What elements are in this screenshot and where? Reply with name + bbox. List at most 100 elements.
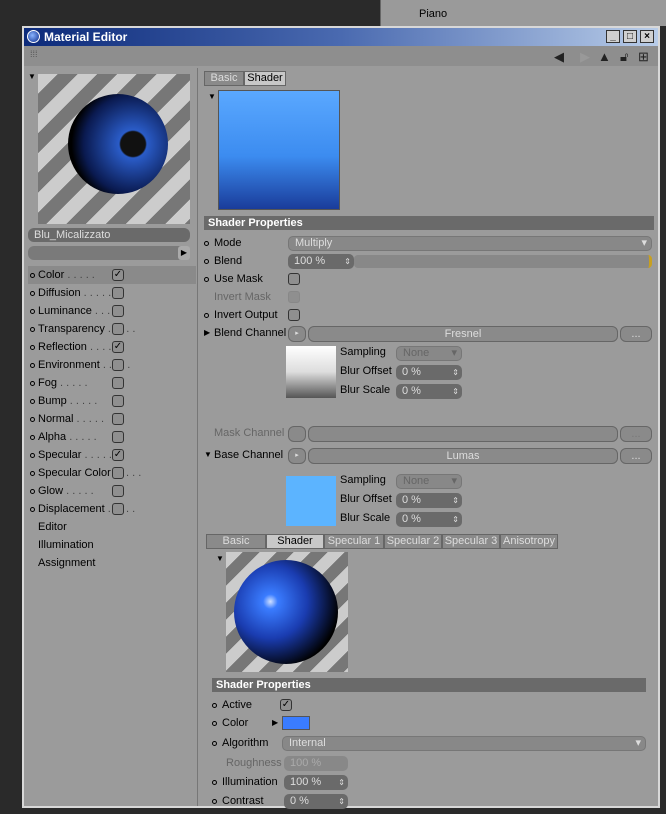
sampling-dropdown[interactable]: None ▾: [396, 474, 462, 489]
forward-arrow-icon[interactable]: ▶: [580, 49, 590, 65]
up-arrow-icon[interactable]: ▲: [598, 49, 611, 64]
back-arrow-icon[interactable]: ◀: [554, 49, 564, 65]
algorithm-dropdown[interactable]: Internal ▾: [282, 736, 646, 751]
channel-label: Alpha: [38, 431, 67, 443]
animate-dot-icon: [30, 507, 35, 512]
collapse-arrow-icon[interactable]: ▼: [208, 92, 216, 101]
collapse-arrow-icon[interactable]: ▼: [28, 72, 36, 81]
channel-item[interactable]: Illumination: [28, 536, 196, 554]
channel-item[interactable]: Transparency . . . . .: [28, 320, 196, 338]
channel-checkbox[interactable]: [112, 377, 124, 389]
lumas-tab-shader[interactable]: Shader: [266, 534, 324, 549]
illumination-input[interactable]: 100 % ⇕: [284, 775, 348, 790]
new-window-icon[interactable]: ⊞: [638, 49, 649, 65]
material-name-field[interactable]: Blu_Micalizzato: [28, 228, 190, 242]
channel-item[interactable]: Displacement . . . . .: [28, 500, 196, 518]
contrast-value: 0 %: [290, 795, 309, 807]
channel-item[interactable]: Normal . . . . .: [28, 410, 196, 428]
fresnel-preview: [286, 346, 336, 398]
mask-more-button[interactable]: ...: [620, 426, 652, 442]
mask-shader-button[interactable]: [308, 426, 618, 442]
channel-item[interactable]: Assignment: [28, 554, 196, 572]
invert-mask-checkbox[interactable]: [288, 291, 300, 303]
channel-item[interactable]: Alpha . . . . .: [28, 428, 196, 446]
collapse-arrow-icon[interactable]: ▼: [216, 554, 224, 563]
color-swatch[interactable]: [282, 716, 310, 730]
app-logo-icon: [27, 30, 40, 43]
expand-arrow-icon[interactable]: ▶: [204, 324, 210, 342]
channel-checkbox[interactable]: [112, 323, 124, 335]
invert-output-checkbox[interactable]: [288, 309, 300, 321]
minimize-button[interactable]: _: [606, 30, 620, 43]
channel-item[interactable]: Color . . . . . ✓: [28, 266, 196, 284]
channel-item[interactable]: Editor: [28, 518, 196, 536]
channel-label: Diffusion: [38, 287, 81, 299]
channel-list: (function(){const d=JSON.parse(document.…: [28, 266, 196, 572]
sampling-dropdown[interactable]: None ▾: [396, 346, 462, 361]
channel-item[interactable]: Fog . . . . .: [28, 374, 196, 392]
material-preview[interactable]: [38, 74, 190, 224]
grip-icon[interactable]: ⁞⁞⁞: [30, 49, 38, 59]
channel-label: Transparency: [38, 323, 105, 335]
expand-arrow-icon[interactable]: ▶: [272, 714, 278, 732]
roughness-input[interactable]: 100 %: [284, 756, 348, 771]
contrast-input[interactable]: 0 % ⇕: [284, 794, 348, 809]
lumas-tab-basic[interactable]: Basic: [206, 534, 266, 549]
channel-checkbox[interactable]: [112, 359, 124, 371]
channel-item[interactable]: Luminance . . . . .: [28, 302, 196, 320]
channel-checkbox[interactable]: ✓: [112, 449, 124, 461]
lock-icon[interactable]: 🔓︎: [620, 49, 628, 65]
blur-offset-input[interactable]: 0 % ⇕: [396, 365, 462, 380]
channel-checkbox[interactable]: [112, 467, 124, 479]
channel-item[interactable]: Diffusion . . . . .: [28, 284, 196, 302]
blur-scale-input[interactable]: 0 % ⇕: [396, 512, 462, 527]
channel-checkbox[interactable]: [112, 287, 124, 299]
channel-item[interactable]: Reflection . . . . . ✓: [28, 338, 196, 356]
collapse-arrow-icon[interactable]: ▼: [204, 446, 212, 464]
blend-slider[interactable]: [354, 255, 652, 268]
lumas-tab-specular-3[interactable]: Specular 3: [442, 534, 500, 549]
channel-item[interactable]: Specular Color . . . . .: [28, 464, 196, 482]
base-shader-button[interactable]: Lumas: [308, 448, 618, 464]
close-button[interactable]: ×: [640, 30, 654, 43]
channel-checkbox[interactable]: [112, 503, 124, 515]
mask-channel-menu-button[interactable]: [288, 426, 306, 442]
blend-input[interactable]: 100 % ⇕: [288, 254, 354, 269]
channel-checkbox[interactable]: [112, 395, 124, 407]
channel-item[interactable]: Specular . . . . . ✓: [28, 446, 196, 464]
channel-item[interactable]: Bump . . . . .: [28, 392, 196, 410]
title-bar[interactable]: Material Editor _ □ ×: [24, 28, 658, 46]
maximize-button[interactable]: □: [623, 30, 637, 43]
active-checkbox[interactable]: ✓: [280, 699, 292, 711]
channel-checkbox[interactable]: ✓: [112, 269, 124, 281]
channel-checkbox[interactable]: [112, 305, 124, 317]
base-more-button[interactable]: ...: [620, 448, 652, 464]
channel-checkbox[interactable]: [112, 485, 124, 497]
algorithm-label: Algorithm: [222, 737, 269, 749]
tab-shader[interactable]: Shader: [244, 71, 286, 86]
channel-label: Luminance: [38, 305, 92, 317]
blend-channel-menu-button[interactable]: ▸: [288, 326, 306, 342]
tab-basic[interactable]: Basic: [204, 71, 244, 86]
channel-checkbox[interactable]: ✓: [112, 341, 124, 353]
blur-scale-input[interactable]: 0 % ⇕: [396, 384, 462, 399]
channel-item[interactable]: Environment . . . . .: [28, 356, 196, 374]
lumas-tab-specular-1[interactable]: Specular 1: [324, 534, 384, 549]
preview-object: [68, 94, 168, 194]
lumas-tab-anisotropy[interactable]: Anisotropy: [500, 534, 558, 549]
invert-mask-label: Invert Mask: [214, 291, 271, 303]
preview-scroll[interactable]: ▶: [28, 246, 190, 260]
object-piano[interactable]: Piano: [419, 8, 447, 20]
blur-offset-input[interactable]: 0 % ⇕: [396, 493, 462, 508]
base-channel-menu-button[interactable]: ▸: [288, 448, 306, 464]
sampling-label: Sampling: [340, 346, 386, 358]
mode-dropdown[interactable]: Multiply ▾: [288, 236, 652, 251]
channel-checkbox[interactable]: [112, 413, 124, 425]
animate-dot-icon: [30, 489, 35, 494]
use-mask-checkbox[interactable]: [288, 273, 300, 285]
blend-more-button[interactable]: ...: [620, 326, 652, 342]
channel-checkbox[interactable]: [112, 431, 124, 443]
lumas-tab-specular-2[interactable]: Specular 2: [384, 534, 442, 549]
channel-item[interactable]: Glow . . . . .: [28, 482, 196, 500]
blend-shader-button[interactable]: Fresnel: [308, 326, 618, 342]
